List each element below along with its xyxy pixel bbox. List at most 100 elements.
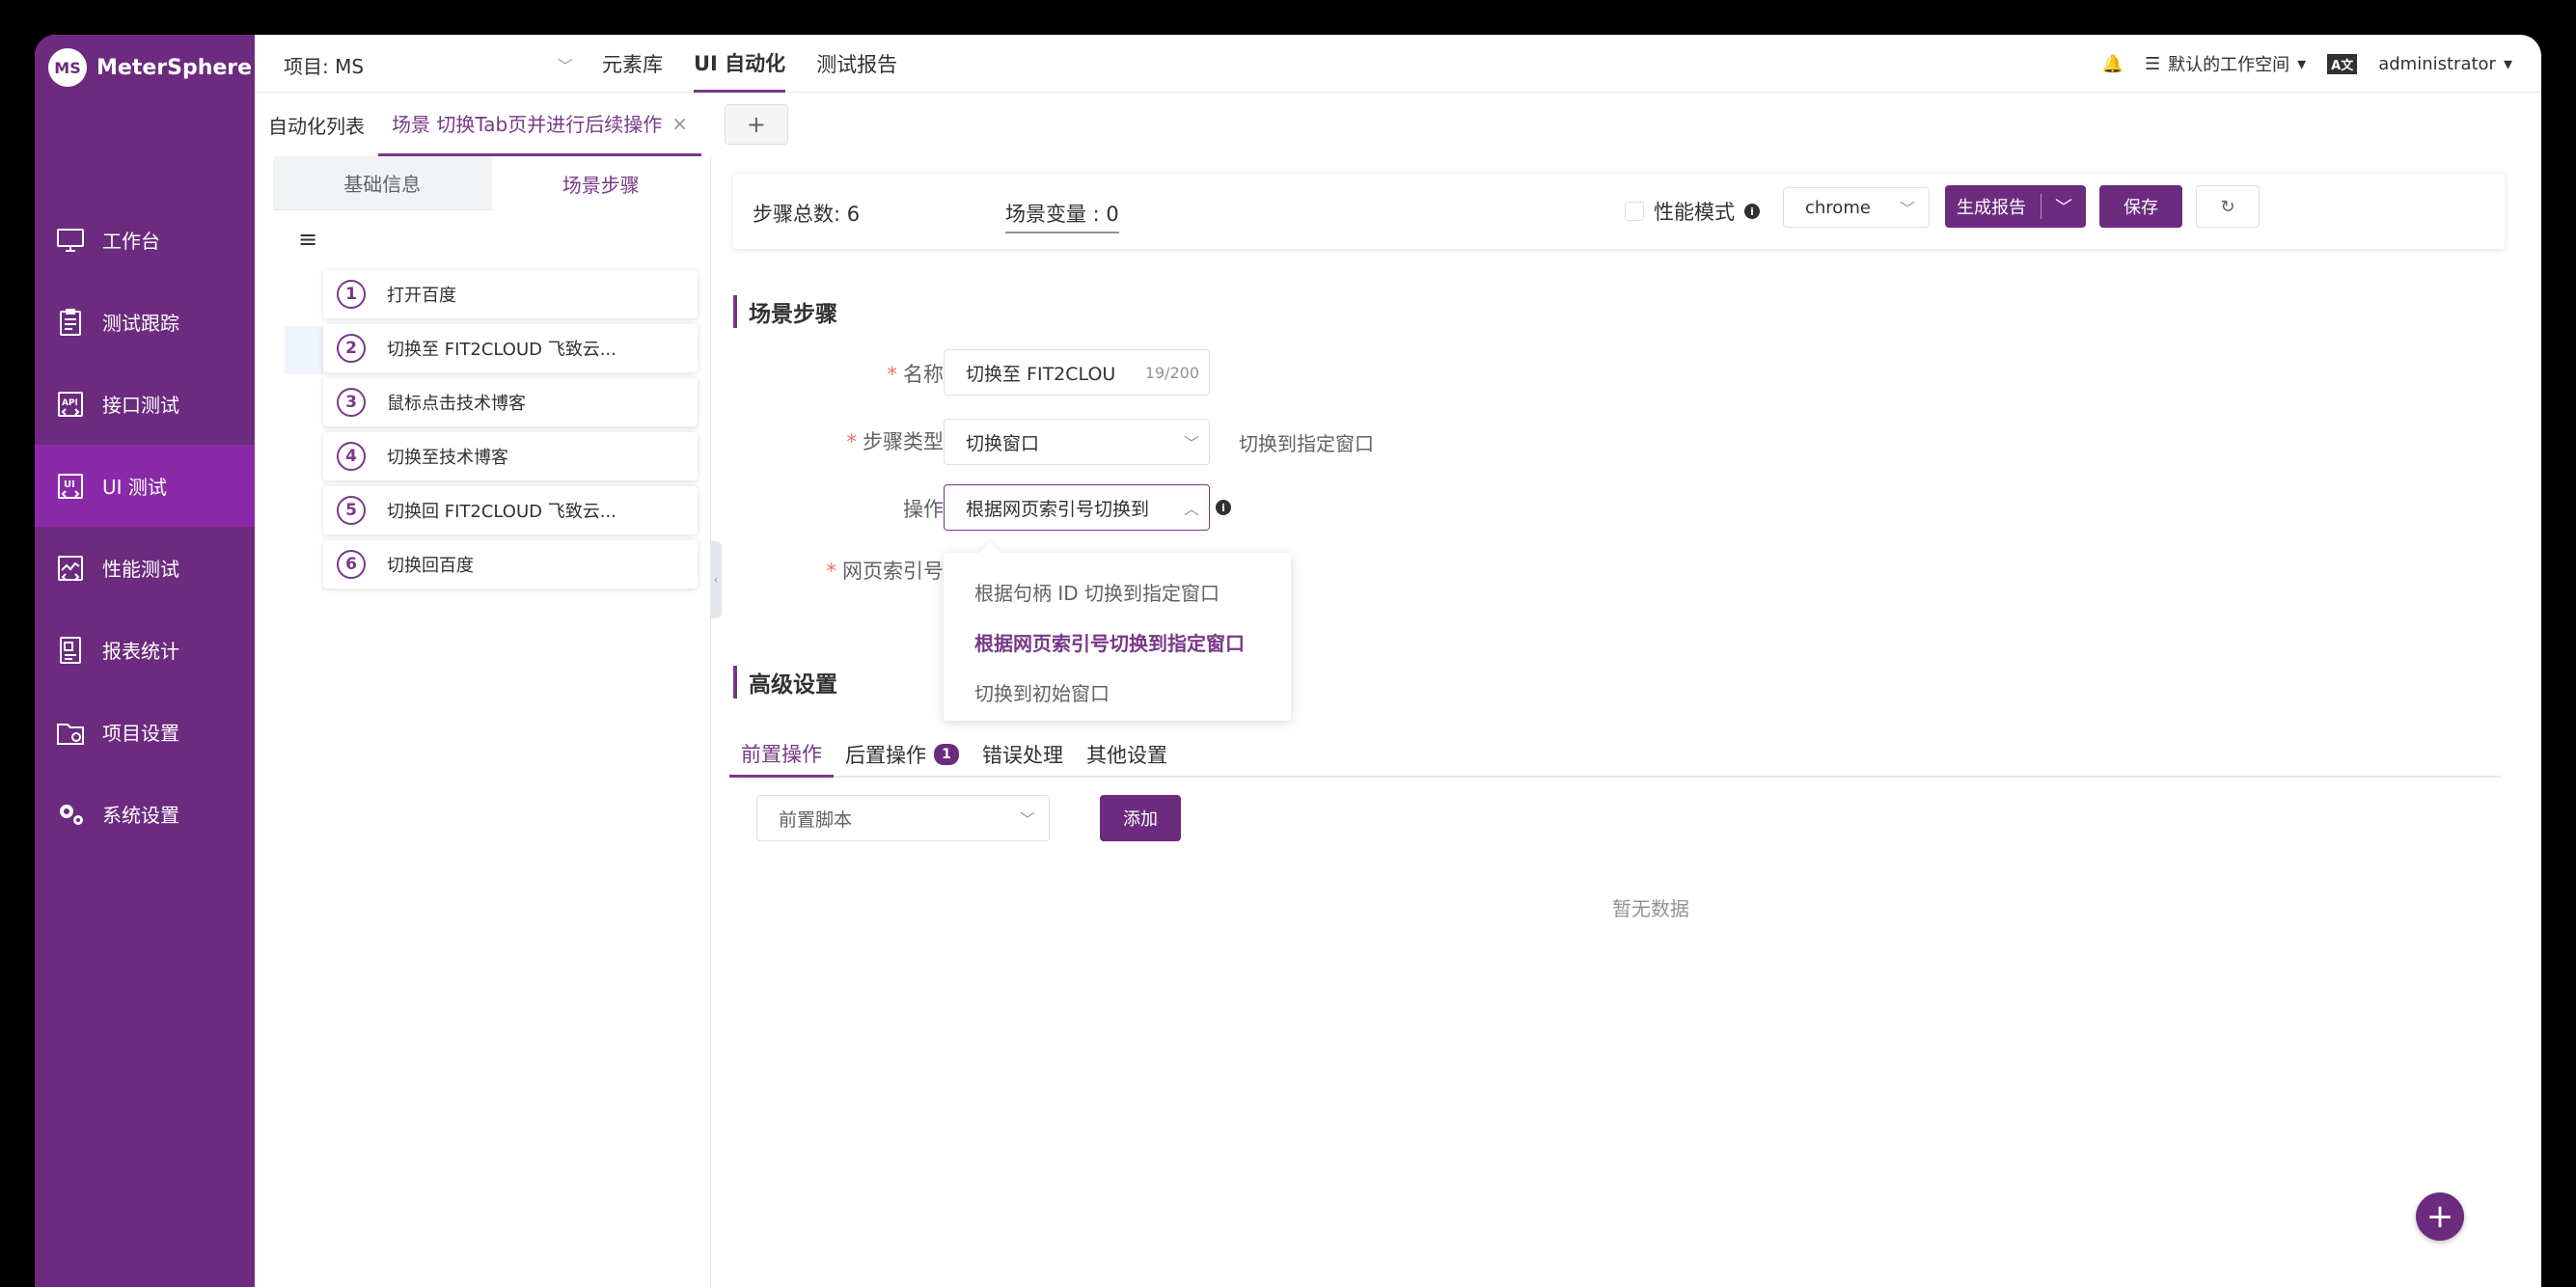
sidebar-item-workbench[interactable]: 工作台 [35, 199, 255, 281]
app-name: MeterSphere [96, 55, 253, 80]
scene-variables-link[interactable]: 场景变量 : 0 [1005, 199, 1119, 233]
workspace-select[interactable]: ☰ 默认的工作空间 ▾ [2145, 51, 2306, 76]
user-name: administrator [2378, 53, 2496, 74]
generate-report-button[interactable]: 生成报告 ﹀ [1945, 185, 2086, 228]
step-label: 鼠标点击技术博客 [387, 394, 526, 414]
list-item[interactable]: 1 打开百度 [323, 270, 698, 318]
step-label: 切换回百度 [387, 556, 474, 576]
logo[interactable]: MS MeterSphere [48, 48, 252, 87]
empty-state-text: 暂无数据 [1612, 897, 1689, 920]
add-button[interactable]: 添加 [1100, 795, 1181, 841]
sidebar-item-system-settings[interactable]: 系统设置 [35, 773, 255, 855]
step-number: 3 [337, 388, 366, 417]
step-type-value: 切换窗口 [966, 432, 1040, 454]
advanced-tabs: 前置操作 后置操作 1 错误处理 其他设置 [729, 731, 2501, 778]
add-step-fab[interactable]: + [2416, 1192, 2464, 1241]
sidebar-item-test-track[interactable]: 测试跟踪 [35, 281, 255, 363]
chart-icon [54, 552, 87, 585]
sidebar-item-label: 报表统计 [102, 640, 179, 663]
name-input[interactable]: 切换至 FIT2CLOU 19/200 [944, 349, 1210, 396]
sidebar-item-label: UI 测试 [102, 476, 167, 499]
chevron-down-icon: ﹀ [1183, 434, 1199, 452]
chevron-up-icon: ︿ [1183, 500, 1199, 518]
generate-report-label: 生成报告 [1945, 194, 2042, 219]
sidebar-item-label: 性能测试 [102, 558, 179, 581]
browser-select[interactable]: chrome ﹀ [1783, 187, 1930, 228]
tab-scene-steps[interactable]: 场景步骤 [491, 156, 710, 210]
bell-icon[interactable]: 🔔 [2102, 54, 2124, 74]
list-item[interactable]: 2 切换至 FIT2CLOUD 飞致云... [323, 324, 698, 372]
sidebar-item-reports[interactable]: 报表统计 [35, 609, 255, 691]
language-icon[interactable]: A文 [2327, 53, 2358, 74]
tab-other-settings[interactable]: 其他设置 [1075, 731, 1179, 778]
sidebar-item-ui-test[interactable]: UI UI 测试 [35, 445, 255, 527]
panel-collapse-handle[interactable]: ‹ [710, 541, 722, 618]
folder-icon [54, 716, 87, 749]
list-item[interactable]: 5 切换回 FIT2CLOUD 飞致云... [323, 486, 698, 534]
tab-scene[interactable]: 场景 切换Tab页并进行后续操作 × [378, 93, 701, 156]
top-header: 项目: MS ﹀ 元素库 UI 自动化 测试报告 🔔 ☰ 默认的工作空间 ▾ A… [255, 35, 2541, 93]
close-icon[interactable]: × [671, 112, 688, 135]
performance-mode[interactable]: 性能模式 i [1625, 197, 1760, 226]
top-menu: 元素库 UI 自动化 测试报告 [602, 35, 897, 93]
plus-icon: + [2425, 1197, 2454, 1236]
tab-basic-info[interactable]: 基础信息 [273, 156, 492, 210]
menu-icon[interactable]: ≡ [298, 226, 317, 253]
pre-script-select-value: 前置脚本 [779, 808, 853, 831]
tab-automation-list[interactable]: 自动化列表 [255, 93, 378, 156]
operation-dropdown: 根据句柄 ID 切换到指定窗口 根据网页索引号切换到指定窗口 切换到初始窗口 [944, 541, 1291, 721]
step-number: 5 [337, 496, 366, 525]
tab-post-operation[interactable]: 后置操作 1 [834, 731, 971, 778]
list-item[interactable]: 4 切换至技术博客 [323, 432, 698, 480]
tab-pre-operation[interactable]: 前置操作 [729, 731, 834, 778]
scene-summary-bar: 步骤总数: 6 场景变量 : 0 性能模式 i chrome ﹀ 生成报告 ﹀ … [733, 174, 2505, 249]
refresh-button[interactable]: ↻ [2196, 185, 2260, 228]
caret-down-icon: ▾ [2503, 53, 2512, 74]
top-menu-element-library[interactable]: 元素库 [602, 35, 663, 93]
step-highlight [285, 326, 323, 374]
user-menu[interactable]: administrator ▾ [2378, 54, 2512, 74]
dropdown-option[interactable]: 切换到初始窗口 [944, 667, 1291, 717]
sidebar-item-performance-test[interactable]: 性能测试 [35, 527, 255, 609]
step-type-select[interactable]: 切换窗口 ﹀ [944, 419, 1210, 465]
performance-mode-checkbox[interactable] [1625, 202, 1644, 221]
operation-select[interactable]: 根据网页索引号切换到 ︿ [944, 484, 1210, 531]
project-select[interactable]: 项目: MS ﹀ [284, 48, 583, 81]
step-list: 1 打开百度 2 切换至 FIT2CLOUD 飞致云... 3 鼠标点击技术博客 4 切… [323, 270, 698, 594]
pre-script-select[interactable]: 前置脚本 ﹀ [756, 795, 1050, 841]
performance-mode-label: 性能模式 [1654, 201, 1735, 224]
sidebar-item-project-settings[interactable]: 项目设置 [35, 691, 255, 773]
step-panel-tabs: 基础信息 场景步骤 [273, 156, 710, 210]
list-item[interactable]: 6 切换回百度 [323, 540, 698, 589]
top-menu-test-report[interactable]: 测试报告 [816, 35, 897, 93]
svg-text:UI: UI [64, 479, 75, 490]
name-input-value: 切换至 FIT2CLOU [966, 363, 1116, 385]
list-item[interactable]: 3 鼠标点击技术博客 [323, 378, 698, 426]
caret-down-icon: ▾ [2297, 53, 2307, 74]
sidebar: MS MeterSphere 工作台 测试跟踪 API 接口测试 UI UI 测… [35, 35, 255, 1287]
project-select-value: 项目: MS [284, 54, 365, 78]
step-label: 切换回 FIT2CLOUD 飞致云... [387, 502, 617, 522]
sidebar-item-label: 测试跟踪 [102, 312, 179, 335]
page-index-label: * 网页索引号 [826, 560, 945, 583]
logo-mark: MS [48, 48, 87, 87]
api-icon: API [54, 388, 87, 421]
sidebar-nav: 工作台 测试跟踪 API 接口测试 UI UI 测试 性能测试 报表统计 项目设… [35, 199, 255, 855]
sidebar-item-api-test[interactable]: API 接口测试 [35, 363, 255, 445]
dropdown-option[interactable]: 根据句柄 ID 切换到指定窗口 [944, 566, 1291, 616]
scene-tabs: 自动化列表 场景 切换Tab页并进行后续操作 × + [255, 93, 2541, 156]
chevron-down-icon: ﹀ [557, 57, 573, 75]
name-label: * 名称 [887, 363, 945, 386]
chevron-down-icon[interactable]: ﹀ [2042, 194, 2086, 219]
gears-icon [54, 798, 87, 831]
top-menu-ui-automation[interactable]: UI 自动化 [694, 35, 786, 93]
tab-post-operation-label: 后置操作 [845, 744, 926, 767]
add-tab-button[interactable]: + [724, 104, 788, 145]
tab-error-handling[interactable]: 错误处理 [971, 731, 1075, 778]
save-button[interactable]: 保存 [2099, 185, 2182, 228]
app-window: MS MeterSphere 工作台 测试跟踪 API 接口测试 UI UI 测… [35, 35, 2541, 1287]
dropdown-option-selected[interactable]: 根据网页索引号切换到指定窗口 [944, 616, 1291, 667]
dropdown-arrow [978, 541, 1001, 564]
name-char-count: 19/200 [1144, 363, 1199, 382]
step-total: 步骤总数: 6 [753, 203, 861, 226]
